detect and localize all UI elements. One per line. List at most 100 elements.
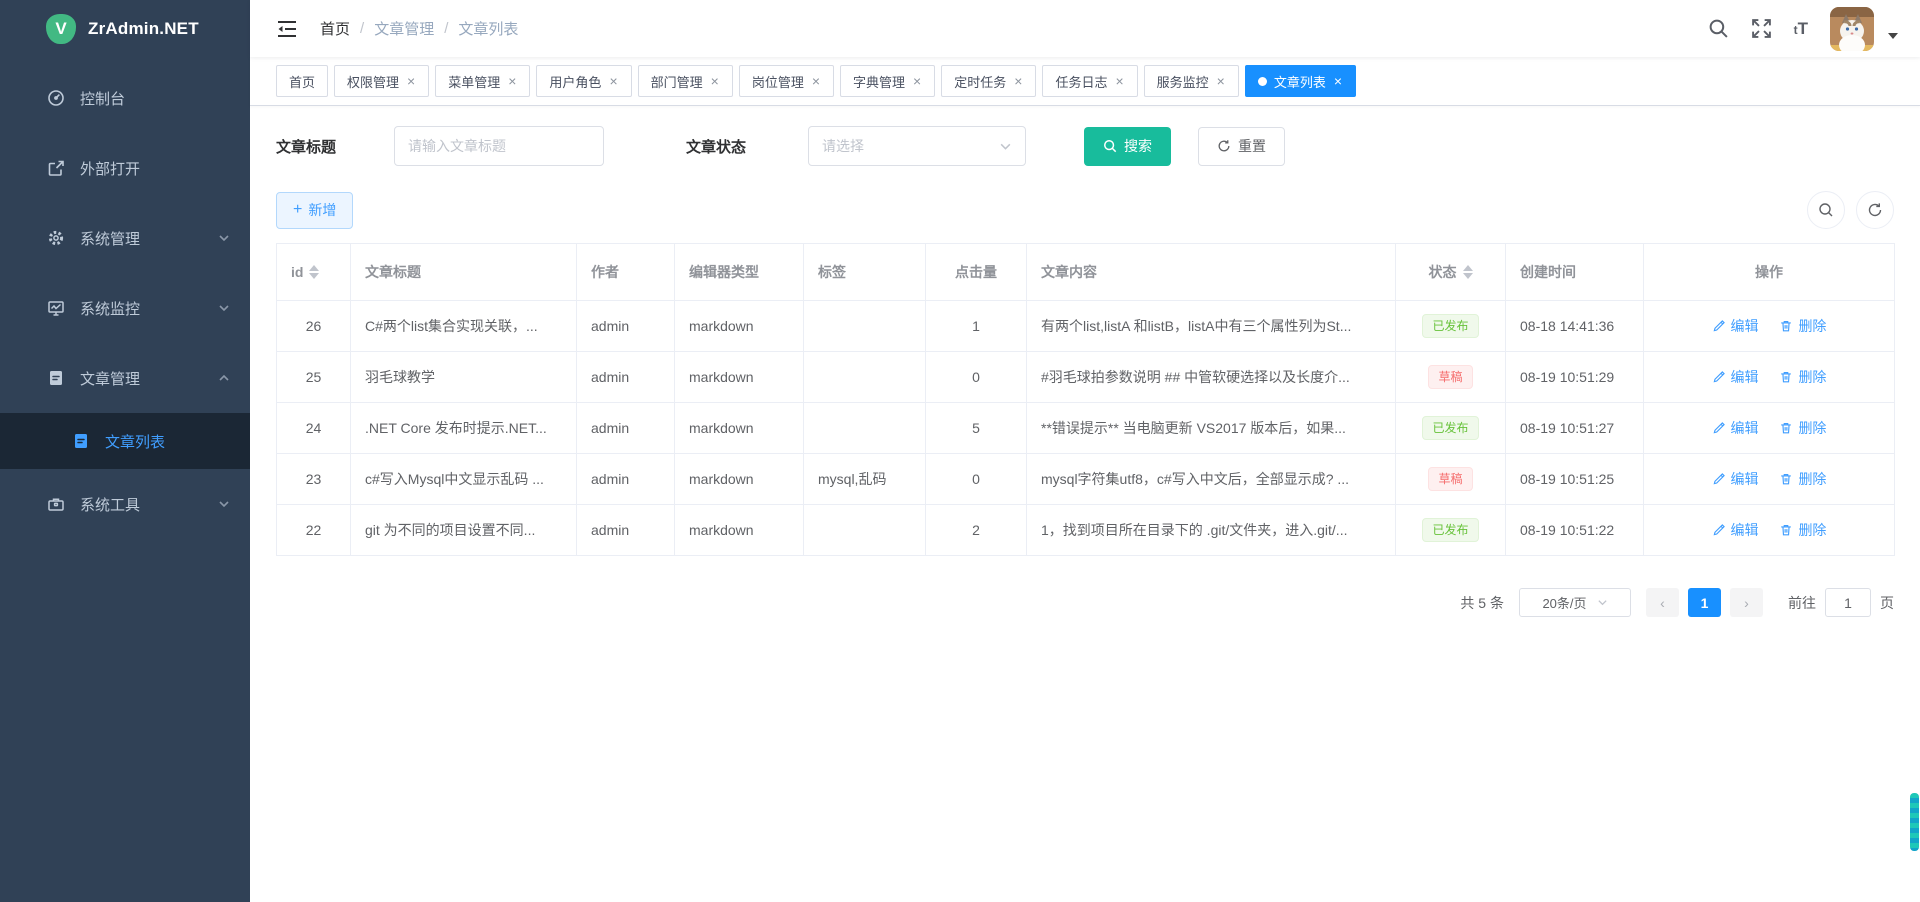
edit-link[interactable]: 编辑 bbox=[1712, 520, 1759, 540]
tab-task-log[interactable]: 任务日志 × bbox=[1042, 65, 1137, 97]
tab-menu-manage[interactable]: 菜单管理 × bbox=[435, 65, 530, 97]
tab-permission-manage[interactable]: 权限管理 × bbox=[334, 65, 429, 97]
avatar-cat-image bbox=[1830, 7, 1874, 51]
caret-down-icon[interactable] bbox=[1888, 33, 1898, 39]
reset-button[interactable]: 重置 bbox=[1198, 127, 1285, 166]
cell-tag bbox=[804, 403, 926, 454]
add-button[interactable]: + 新增 bbox=[276, 192, 353, 229]
tab-article-list[interactable]: 文章列表 × bbox=[1245, 65, 1356, 97]
cell-hits: 1 bbox=[926, 301, 1027, 352]
sidebar-item-dashboard[interactable]: 控制台 bbox=[0, 63, 250, 133]
prev-page-button[interactable]: ‹ bbox=[1646, 588, 1679, 617]
cell-id: 24 bbox=[277, 403, 351, 454]
cell-title: git 为不同的项目设置不同... bbox=[351, 505, 577, 556]
page-size-select[interactable]: 20条/页 bbox=[1519, 588, 1631, 617]
status-badge: 已发布 bbox=[1422, 518, 1478, 543]
cell-editor: markdown bbox=[675, 352, 804, 403]
breadcrumb-section: 文章管理 bbox=[374, 18, 434, 39]
tab-dept-manage[interactable]: 部门管理 × bbox=[638, 65, 733, 97]
sidebar-item-label: 系统监控 bbox=[80, 298, 140, 319]
sort-icon[interactable] bbox=[1463, 265, 1473, 279]
sidebar-fold-icon[interactable] bbox=[276, 18, 298, 40]
column-header-id[interactable]: id bbox=[277, 244, 351, 301]
cell-created: 08-19 10:51:29 bbox=[1506, 352, 1644, 403]
pager-buttons: ‹ 1 › bbox=[1646, 588, 1763, 617]
refresh-icon bbox=[1217, 139, 1231, 153]
logo-icon: V bbox=[46, 14, 76, 44]
active-tab-dot bbox=[1258, 77, 1267, 86]
tags-view: 首页 权限管理 × 菜单管理 × 用户角色 × 部门管理 × 岗位管理 × bbox=[250, 57, 1920, 106]
chevron-down-icon bbox=[999, 140, 1012, 153]
article-title-input[interactable] bbox=[394, 126, 604, 166]
cell-tag: mysql,乱码 bbox=[804, 454, 926, 505]
tab-post-manage[interactable]: 岗位管理 × bbox=[739, 65, 834, 97]
cell-title: .NET Core 发布时提示.NET... bbox=[351, 403, 577, 454]
search-icon[interactable] bbox=[1708, 18, 1729, 39]
font-size-icon[interactable]: tT bbox=[1794, 20, 1808, 37]
close-icon[interactable]: × bbox=[507, 74, 517, 88]
fullscreen-icon[interactable] bbox=[1751, 18, 1772, 39]
logo[interactable]: V ZrAdmin.NET bbox=[0, 0, 250, 57]
article-status-select[interactable]: 请选择 bbox=[808, 126, 1026, 166]
column-header-status[interactable]: 状态 bbox=[1396, 244, 1506, 301]
scrollbar-thumb[interactable] bbox=[1910, 793, 1919, 851]
sidebar-item-article-list[interactable]: 文章列表 bbox=[0, 413, 250, 469]
table-toolbar: + 新增 bbox=[276, 191, 1894, 229]
close-icon[interactable]: × bbox=[608, 74, 618, 88]
chevron-down-icon bbox=[1597, 597, 1608, 608]
close-icon[interactable]: × bbox=[1013, 74, 1023, 88]
goto-label: 前往 bbox=[1788, 593, 1816, 613]
edit-link[interactable]: 编辑 bbox=[1712, 469, 1759, 489]
edit-link[interactable]: 编辑 bbox=[1712, 316, 1759, 336]
tab-dict-manage[interactable]: 字典管理 × bbox=[840, 65, 935, 97]
toggle-search-button[interactable] bbox=[1807, 191, 1845, 229]
add-button-label: 新增 bbox=[308, 200, 336, 220]
close-icon[interactable]: × bbox=[406, 74, 416, 88]
close-icon[interactable]: × bbox=[811, 74, 821, 88]
sidebar-item-system-monitor[interactable]: 系统监控 bbox=[0, 273, 250, 343]
tab-service-monitor[interactable]: 服务监控 × bbox=[1144, 65, 1239, 97]
cell-hits: 5 bbox=[926, 403, 1027, 454]
cell-content: **错误提示** 当电脑更新 VS2017 版本后，如果... bbox=[1027, 403, 1396, 454]
close-icon[interactable]: × bbox=[710, 74, 720, 88]
trash-icon bbox=[1779, 421, 1793, 435]
goto-page-input[interactable] bbox=[1825, 588, 1871, 617]
sidebar-item-system-manage[interactable]: 系统管理 bbox=[0, 203, 250, 273]
sidebar-item-label: 外部打开 bbox=[80, 158, 140, 179]
sidebar-item-system-tools[interactable]: 系统工具 bbox=[0, 469, 250, 539]
sort-icon[interactable] bbox=[309, 265, 319, 279]
cell-title: c#写入Mysql中文显示乱码 ... bbox=[351, 454, 577, 505]
delete-link[interactable]: 删除 bbox=[1779, 520, 1826, 540]
refresh-table-button[interactable] bbox=[1856, 191, 1894, 229]
tab-cron-task[interactable]: 定时任务 × bbox=[941, 65, 1036, 97]
pencil-icon bbox=[1712, 472, 1726, 486]
tab-home[interactable]: 首页 bbox=[276, 65, 328, 97]
close-icon[interactable]: × bbox=[1333, 74, 1343, 88]
delete-link[interactable]: 删除 bbox=[1779, 316, 1826, 336]
edit-link[interactable]: 编辑 bbox=[1712, 367, 1759, 387]
tab-user-role[interactable]: 用户角色 × bbox=[536, 65, 631, 97]
main-area: 首页 / 文章管理 / 文章列表 tT bbox=[250, 0, 1920, 902]
cell-editor: markdown bbox=[675, 301, 804, 352]
sidebar-item-article-manage[interactable]: 文章管理 bbox=[0, 343, 250, 413]
status-badge: 已发布 bbox=[1422, 416, 1478, 441]
delete-link[interactable]: 删除 bbox=[1779, 367, 1826, 387]
avatar[interactable] bbox=[1830, 7, 1874, 51]
edit-link[interactable]: 编辑 bbox=[1712, 418, 1759, 438]
close-icon[interactable]: × bbox=[1114, 74, 1124, 88]
search-button[interactable]: 搜索 bbox=[1084, 127, 1171, 166]
close-icon[interactable]: × bbox=[912, 74, 922, 88]
cell-author: admin bbox=[577, 403, 675, 454]
sidebar-item-external-open[interactable]: 外部打开 bbox=[0, 133, 250, 203]
delete-link[interactable]: 删除 bbox=[1779, 418, 1826, 438]
tab-label: 部门管理 bbox=[651, 72, 703, 91]
delete-link[interactable]: 删除 bbox=[1779, 469, 1826, 489]
next-page-button[interactable]: › bbox=[1730, 588, 1763, 617]
table-row: 25 羽毛球教学 admin markdown 0 #羽毛球拍参数说明 ## 中… bbox=[277, 352, 1895, 403]
column-header-created: 创建时间 bbox=[1506, 244, 1644, 301]
toolbar-right bbox=[1807, 191, 1894, 229]
page-number-current[interactable]: 1 bbox=[1688, 588, 1721, 617]
close-icon[interactable]: × bbox=[1216, 74, 1226, 88]
sidebar-item-label: 文章管理 bbox=[80, 368, 140, 389]
breadcrumb-home[interactable]: 首页 bbox=[320, 18, 350, 39]
